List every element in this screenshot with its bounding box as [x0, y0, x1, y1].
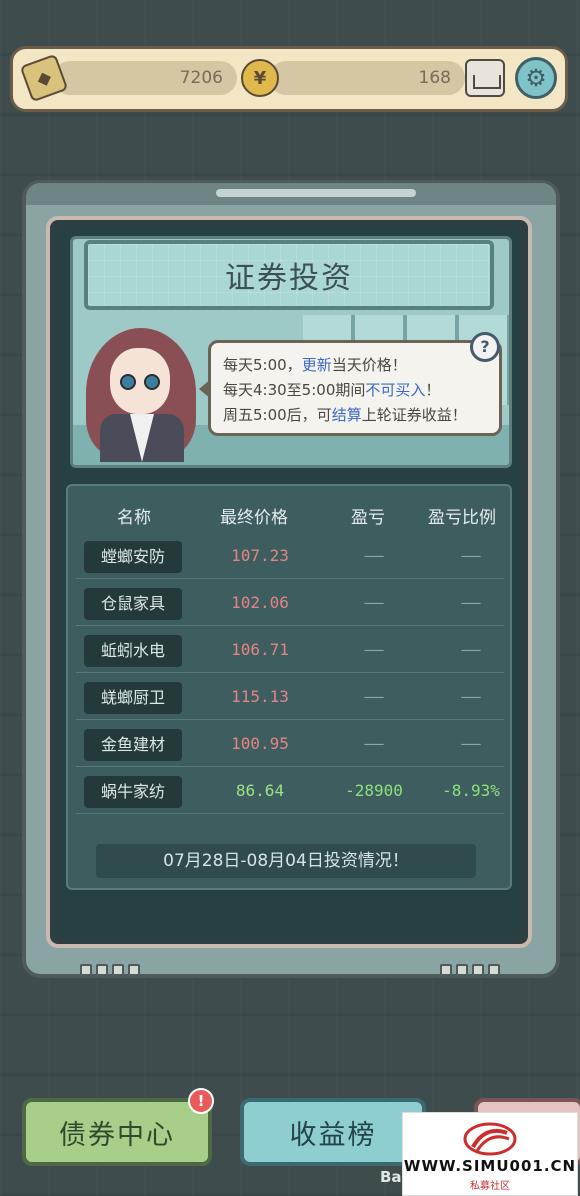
- gear-icon[interactable]: ⚙: [515, 57, 557, 99]
- table-row[interactable]: 蜗牛家纺 86.64 -28900 -8.93%: [76, 773, 504, 814]
- mail-icon[interactable]: [465, 59, 505, 97]
- stock-name: 蚯蚓水电: [84, 635, 182, 667]
- stock-pnl: ——: [364, 640, 384, 659]
- tip-line-2: 每天4:30至5:00期间不可买入！: [223, 381, 441, 399]
- watermark-url: WWW.SIMU001.CN: [403, 1157, 577, 1175]
- table-row[interactable]: 螳螂安防 107.23 —— ——: [76, 538, 504, 579]
- investment-period-label: 07月28日-08月04日投资情况！: [96, 844, 476, 878]
- stock-pnl-ratio: ——: [461, 734, 481, 753]
- frame-bottom-deco: [26, 950, 556, 976]
- watermark-logo-icon: [463, 1122, 517, 1156]
- income-rank-button[interactable]: 收益榜: [240, 1098, 426, 1166]
- stock-name: 蜗牛家纺: [84, 776, 182, 808]
- stock-pnl-ratio: -8.93%: [442, 781, 500, 800]
- resource-bar: 7206 ◆ 168 ¥ ⚙: [10, 46, 568, 112]
- stock-price: 106.71: [231, 640, 289, 659]
- header-pnl: 盈亏: [351, 508, 385, 528]
- header-price: 最终价格: [220, 508, 288, 528]
- partial-label: Ba: [380, 1168, 402, 1186]
- stock-pnl: ——: [364, 687, 384, 706]
- help-icon[interactable]: ?: [470, 332, 500, 362]
- frame-slot: [216, 189, 416, 197]
- stock-pnl-ratio: ——: [461, 593, 481, 612]
- advisor-character: [78, 322, 202, 462]
- stock-pnl: -28900: [345, 781, 403, 800]
- stock-pnl-ratio: ——: [461, 640, 481, 659]
- stock-name: 仓鼠家具: [84, 588, 182, 620]
- notification-badge: !: [188, 1088, 214, 1114]
- stock-name: 金鱼建材: [84, 729, 182, 761]
- stock-pnl-ratio: ——: [461, 546, 481, 565]
- stock-name: 螳螂安防: [84, 541, 182, 573]
- header-pnl-ratio: 盈亏比例: [428, 508, 496, 528]
- tips-bubble: 每天5:00，更新当天价格！ 每天4:30至5:00期间不可买入！ 周五5:00…: [199, 340, 502, 436]
- stock-pnl: ——: [364, 593, 384, 612]
- coin-count: 168: [269, 61, 465, 95]
- table-header: 名称 最终价格 盈亏 盈亏比例: [68, 486, 510, 542]
- table-row[interactable]: 蜣螂厨卫 115.13 —— ——: [76, 679, 504, 720]
- header-name: 名称: [117, 508, 151, 528]
- stock-price: 102.06: [231, 593, 289, 612]
- table-row[interactable]: 蚯蚓水电 106.71 —— ——: [76, 632, 504, 673]
- bond-center-button[interactable]: 债券中心: [22, 1098, 212, 1166]
- tip-line-3: 周五5:00后，可结算上轮证券收益！: [223, 406, 467, 424]
- panel-title: 证券投资: [84, 240, 494, 310]
- stock-name: 蜣螂厨卫: [84, 682, 182, 714]
- stock-price: 115.13: [231, 687, 289, 706]
- securities-table: 名称 最终价格 盈亏 盈亏比例 螳螂安防 107.23 —— —— 仓鼠家具 1…: [66, 484, 512, 890]
- table-row[interactable]: 仓鼠家具 102.06 —— ——: [76, 585, 504, 626]
- stock-price: 107.23: [231, 546, 289, 565]
- stock-pnl: ——: [364, 734, 384, 753]
- stock-price: 100.95: [231, 734, 289, 753]
- ticket-icon: ◆: [19, 53, 69, 103]
- stock-pnl: ——: [364, 546, 384, 565]
- tip-line-1: 每天5:00，更新当天价格！: [223, 356, 407, 374]
- watermark-subtitle: 私募社区: [470, 1181, 510, 1192]
- site-watermark: WWW.SIMU001.CN 私募社区: [402, 1112, 578, 1196]
- stock-price: 86.64: [235, 781, 285, 800]
- ticket-count: 7206: [53, 61, 237, 95]
- table-row[interactable]: 金鱼建材 100.95 —— ——: [76, 726, 504, 767]
- coin-icon: ¥: [241, 59, 279, 97]
- stock-pnl-ratio: ——: [461, 687, 481, 706]
